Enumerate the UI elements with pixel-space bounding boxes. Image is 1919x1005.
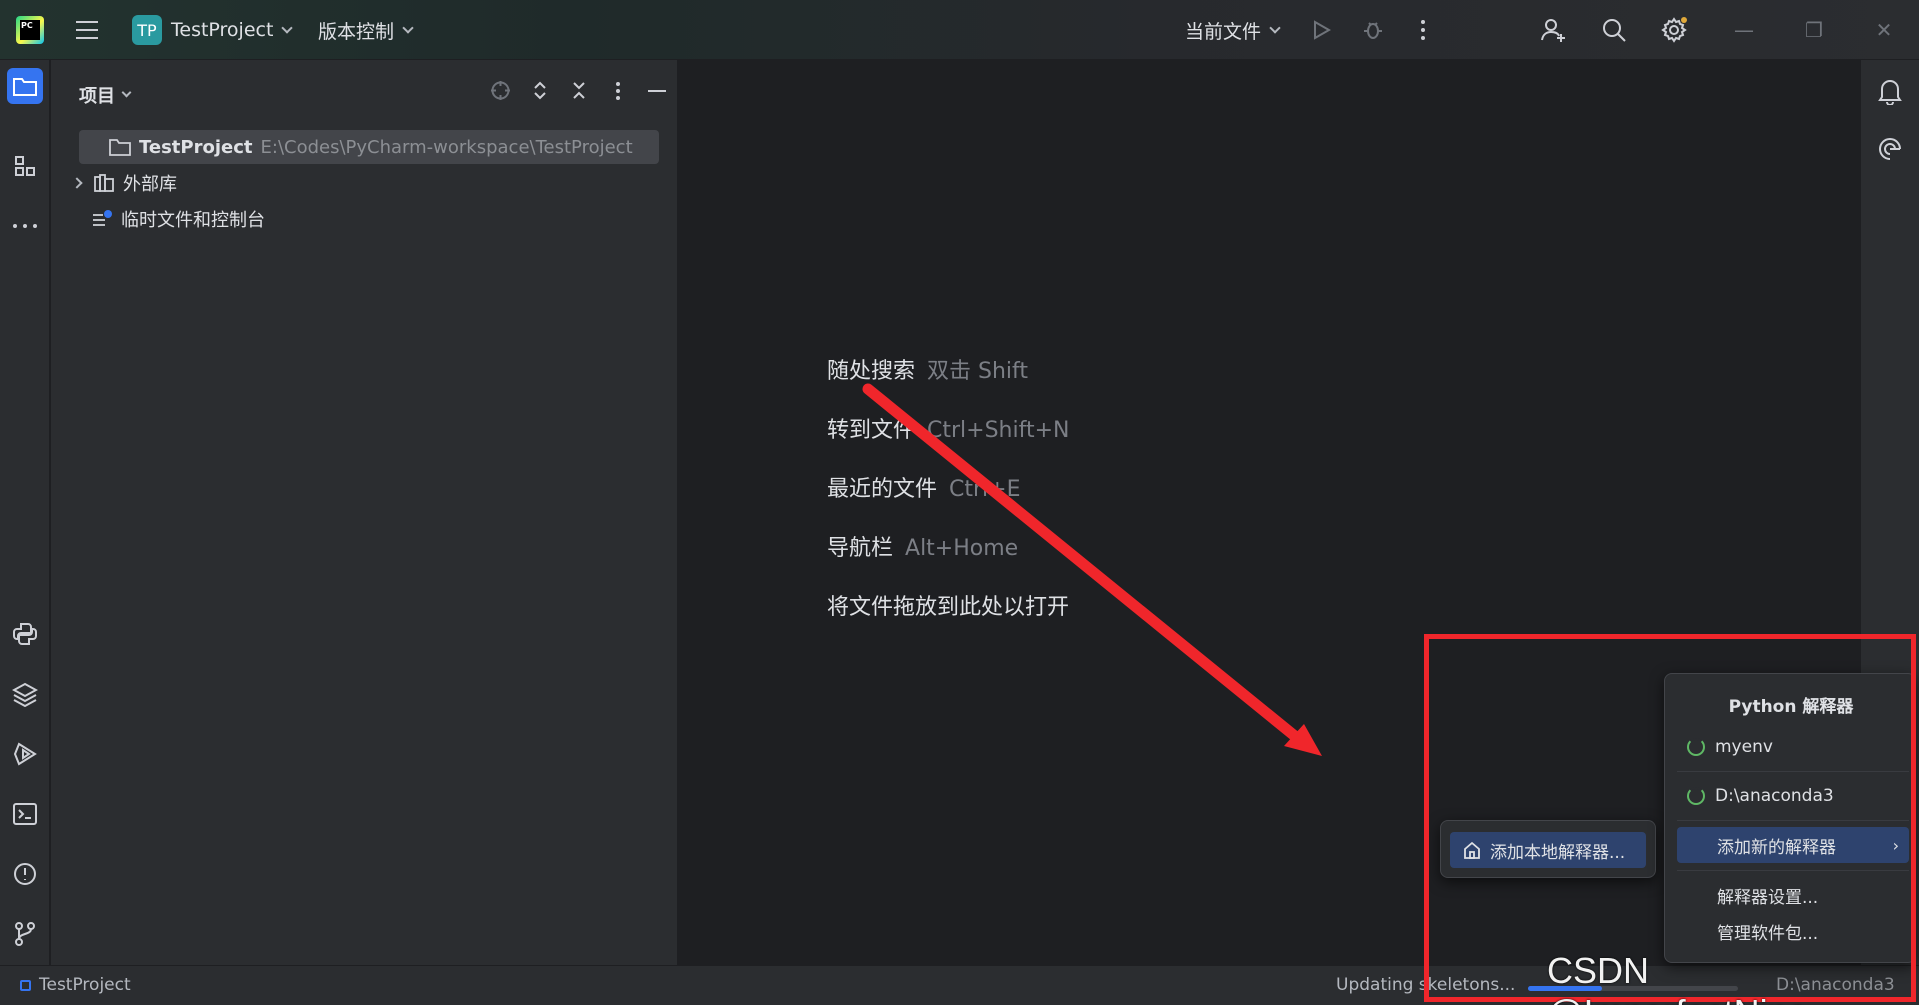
hint-navigation-bar: 导航栏 Alt+Home bbox=[827, 530, 1018, 562]
panel-options-icon[interactable] bbox=[607, 80, 628, 101]
collapse-all-icon[interactable] bbox=[568, 80, 589, 101]
terminal-icon[interactable] bbox=[7, 796, 43, 832]
status-project[interactable]: TestProject bbox=[20, 975, 131, 995]
pycharm-logo-icon[interactable]: PC bbox=[16, 16, 44, 44]
hint-action: 随处搜索 bbox=[827, 359, 916, 384]
minimize-icon[interactable]: — bbox=[1714, 0, 1774, 60]
watermark-text: CSDN @ImperfectNine bbox=[1547, 950, 1808, 1005]
project-square-icon bbox=[20, 979, 31, 991]
main-menu-icon[interactable] bbox=[72, 15, 102, 45]
hint-recent-files: 最近的文件 Ctrl+E bbox=[827, 471, 1021, 503]
hint-action: 导航栏 bbox=[827, 536, 894, 561]
more-actions-icon[interactable] bbox=[1410, 17, 1436, 43]
tree-item-label: 临时文件和控制台 bbox=[121, 210, 265, 231]
python-console-icon[interactable] bbox=[7, 616, 43, 652]
expand-all-icon[interactable] bbox=[529, 80, 550, 101]
project-badge: TP bbox=[132, 15, 162, 45]
project-panel-title[interactable]: 项目 bbox=[79, 82, 132, 108]
chevron-down-icon bbox=[402, 21, 414, 34]
title-bar: PC TP TestProject 版本控制 当前文件 — ❐ ✕ bbox=[0, 0, 1919, 60]
hint-action: 转到文件 bbox=[827, 418, 916, 443]
folder-icon bbox=[109, 139, 131, 156]
python-packages-layers-icon[interactable] bbox=[7, 676, 43, 712]
project-tool-folder-icon[interactable] bbox=[7, 68, 43, 104]
structure-icon[interactable] bbox=[7, 148, 43, 184]
tree-item-project-root[interactable]: TestProject E:\Codes\PyCharm-workspace\T… bbox=[79, 130, 659, 164]
tree-item-scratches[interactable]: 临时文件和控制台 bbox=[79, 202, 265, 236]
run-config-selector[interactable]: 当前文件 bbox=[1185, 0, 1281, 60]
chevron-down-icon bbox=[121, 87, 132, 98]
left-tool-strip bbox=[0, 60, 50, 965]
hint-shortcut: 双击 Shift bbox=[927, 359, 1029, 384]
vcs-label: 版本控制 bbox=[318, 20, 395, 43]
services-run-icon[interactable] bbox=[7, 736, 43, 772]
chevron-right-icon[interactable] bbox=[71, 177, 83, 189]
add-user-icon[interactable] bbox=[1538, 14, 1570, 46]
vcs-menu[interactable]: 版本控制 bbox=[318, 0, 414, 60]
close-icon[interactable]: ✕ bbox=[1854, 0, 1914, 60]
hint-shortcut: Ctrl+E bbox=[949, 477, 1021, 502]
settings-gear-icon[interactable] bbox=[1658, 14, 1690, 46]
project-panel-title-label: 项目 bbox=[79, 86, 115, 107]
select-opened-file-crosshair-icon[interactable] bbox=[490, 80, 511, 101]
chevron-down-icon bbox=[281, 21, 294, 34]
library-icon bbox=[94, 174, 114, 192]
chevron-down-icon bbox=[1269, 21, 1281, 34]
ai-assistant-spiral-icon[interactable] bbox=[1875, 134, 1905, 164]
hide-panel-icon[interactable] bbox=[646, 80, 667, 101]
project-path: E:\Codes\PyCharm-workspace\TestProject bbox=[260, 136, 633, 158]
hint-shortcut: Ctrl+Shift+N bbox=[927, 418, 1070, 443]
tree-item-label: 外部库 bbox=[123, 174, 177, 195]
debug-icon[interactable] bbox=[1360, 17, 1386, 43]
more-tools-icon[interactable] bbox=[7, 208, 43, 244]
hint-goto-file: 转到文件 Ctrl+Shift+N bbox=[827, 412, 1070, 444]
project-panel-toolbar bbox=[490, 80, 667, 101]
search-icon[interactable] bbox=[1598, 14, 1630, 46]
status-project-label: TestProject bbox=[39, 975, 131, 995]
git-branch-icon[interactable] bbox=[7, 916, 43, 952]
project-name: TestProject bbox=[171, 19, 274, 41]
tree-item-external-libraries[interactable]: 外部库 bbox=[71, 166, 177, 200]
hint-action: 最近的文件 bbox=[827, 477, 938, 502]
run-icon[interactable] bbox=[1308, 17, 1334, 43]
project-tool-window: 项目 TestProject E:\Codes\PyCharm-workspac… bbox=[51, 60, 678, 965]
notifications-bell-icon[interactable] bbox=[1875, 76, 1905, 106]
hint-search-everywhere: 随处搜索 双击 Shift bbox=[827, 353, 1028, 385]
hint-drop-files: 将文件拖放到此处以打开 bbox=[827, 589, 1069, 621]
hint-action: 将文件拖放到此处以打开 bbox=[827, 595, 1070, 620]
project-switcher[interactable]: TP TestProject bbox=[132, 0, 294, 60]
tree-item-label: TestProject bbox=[139, 136, 253, 158]
problems-icon[interactable] bbox=[7, 856, 43, 892]
restore-icon[interactable]: ❐ bbox=[1784, 0, 1844, 60]
annotation-highlight-box bbox=[1424, 634, 1916, 1002]
run-config-label: 当前文件 bbox=[1185, 20, 1262, 43]
hint-shortcut: Alt+Home bbox=[905, 536, 1019, 561]
scratches-icon bbox=[93, 210, 112, 226]
